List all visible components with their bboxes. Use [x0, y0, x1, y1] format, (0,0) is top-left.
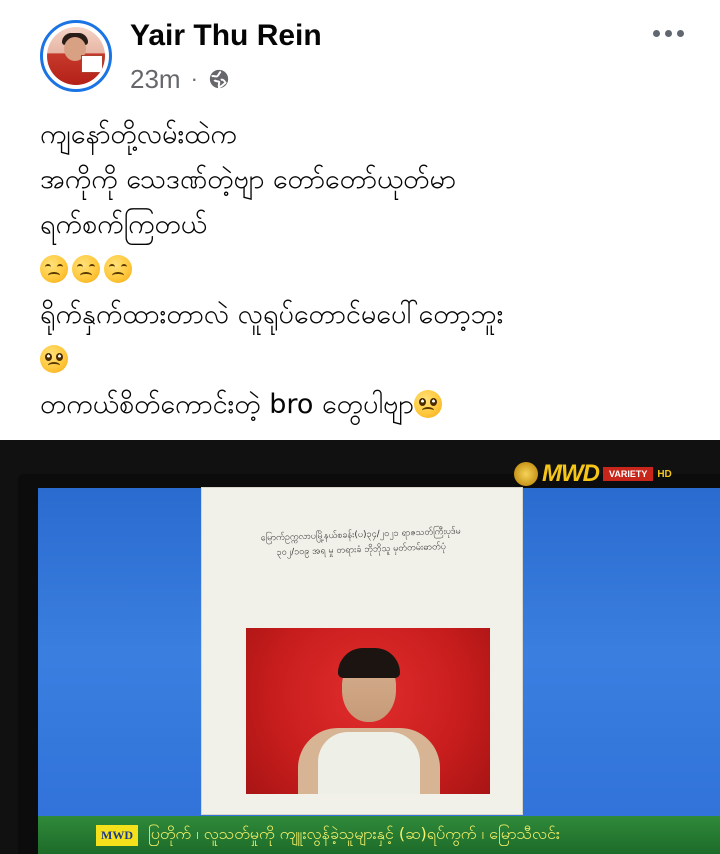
document-caption: မြောက်ဥက္ကလာပမြို့နယ်စခန်း(ပ)၃၄/၂၀၂၁ ရာဇ… [260, 526, 461, 558]
author-avatar[interactable] [40, 20, 112, 92]
post-line-5-row: တကယ်စိတ်ကောင်းတဲ့ bro တွေပါဗျာ [40, 382, 700, 427]
avatar-photo [47, 27, 105, 85]
post-photo[interactable]: မြောက်ဥက္ကလာပမြို့နယ်စခန်း(ပ)၃၄/၂၀၂၁ ရာဇ… [0, 440, 720, 854]
post-timestamp[interactable]: 23m [130, 64, 181, 95]
tired-face-emoji [104, 255, 132, 283]
mugshot-image [246, 628, 490, 794]
tired-face-emoji [40, 255, 68, 283]
post-line-2: အကိုကို သေဒဏ်တဲ့ဗျာ တော်တော်ယုတ်မာ [40, 164, 456, 195]
news-ticker: MWD ပြတိုက် ၊ လူသတ်မှုကို ကျူးလွန်ခဲ့သူမ… [38, 816, 720, 854]
more-options-icon[interactable] [646, 18, 690, 48]
ticker-logo: MWD [96, 824, 138, 846]
emoji-row-1 [40, 247, 700, 292]
channel-logo: MWD VARIETY HD [514, 460, 672, 488]
post-meta: 23m · [130, 62, 230, 96]
emoji-row-2 [40, 337, 700, 382]
ticker-text: ပြတိုက် ၊ လူသတ်မှုကို ကျူးလွန်ခဲ့သူများန… [148, 824, 560, 843]
post-line-5: တကယ်စိတ်ကောင်းတဲ့ bro တွေပါဗျာ [40, 389, 414, 420]
crest-icon [514, 462, 538, 486]
document-sheet: မြောက်ဥက္ကလာပမြို့နယ်စခန်း(ပ)၃၄/၂၀၂၁ ရာဇ… [202, 488, 522, 814]
author-name[interactable]: Yair Thu Rein [130, 16, 322, 56]
post-body: ကျနော်တို့လမ်းထဲက အကိုကို သေဒဏ်တဲ့ဗျာ တေ… [40, 112, 700, 427]
tired-face-emoji [72, 255, 100, 283]
post-line-1: ကျနော်တို့လမ်းထဲက [40, 119, 237, 150]
post-line-3: ရက်စက်ကြတယ် [40, 209, 207, 240]
facebook-post: Yair Thu Rein 23m · ကျနော်တို့လမ်းထဲက အက… [0, 0, 720, 440]
meta-separator: · [190, 66, 198, 91]
globe-icon[interactable] [208, 68, 230, 90]
pleading-face-emoji [413, 390, 442, 418]
pleading-face-emoji [40, 345, 68, 373]
post-line-4: ရိုက်နှက်ထားတာလဲ လူရုပ်တောင်မပေါ်တော့ဘူး [40, 299, 504, 330]
